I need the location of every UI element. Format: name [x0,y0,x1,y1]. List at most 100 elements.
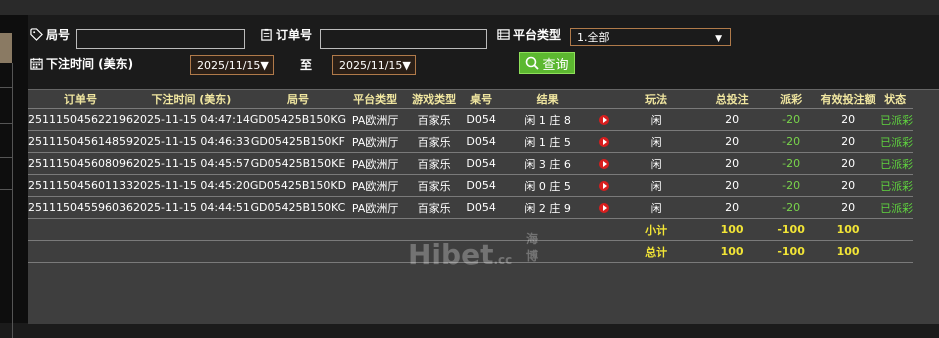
cell-platform: PA欧洲厅 [346,152,405,175]
cell-status: 已派彩 [877,174,914,197]
cell-order: 251115045608096 [28,152,133,175]
empty-cell [597,240,612,263]
date-from-value: 2025/11/15▼ [197,59,269,72]
platform-select[interactable]: 1.全部 ▼ [570,28,731,46]
cell-time: 2025-11-15 04:45:57 [132,152,250,175]
total-bet: 100 [701,240,764,263]
empty-cell [28,218,133,241]
cell-payout: -20 [763,152,820,175]
play-video-icon[interactable] [599,181,610,191]
cell-bet: 20 [701,196,764,219]
cell-game: 百家乐 [404,196,465,219]
total-payout: -100 [763,240,820,263]
play-video-icon[interactable] [599,137,610,147]
cell-order: 251115045596036 [28,196,133,219]
cell-bet: 20 [701,152,764,175]
column-header: 结果 [498,90,598,109]
cell-platform: PA欧洲厅 [346,108,405,131]
round-label: 局号 [46,28,71,42]
play-video-icon[interactable] [599,115,610,125]
table-row[interactable]: 251115045596036 2025-11-15 04:44:51 GD0542… [28,196,914,219]
play-video-cell [597,174,612,197]
empty-cell [346,218,405,241]
top-bar [0,0,939,16]
cell-round: GD05425B150KF [249,130,347,153]
cell-valid: 20 [819,196,878,219]
column-header: 局号 [249,90,347,109]
cell-time: 2025-11-15 04:47:14 [132,108,250,131]
bet-time-label: 下注时间 (美东) [46,57,134,71]
column-header: 总投注 [701,90,764,109]
column-header [597,90,612,109]
order-input[interactable] [320,29,487,49]
filter-panel: 局号 订单号 平台类型 1.全部 ▼ 下注时间 (美东) 2025/11/15▼… [28,15,939,89]
subtotal-payout: -100 [763,218,820,241]
play-video-cell [597,108,612,131]
rail-divider [12,63,13,338]
cell-result: 闲 1 庄 8 [498,108,598,131]
query-button[interactable]: 查询 [519,52,575,74]
cell-valid: 20 [819,174,878,197]
subtotal-label: 小计 [611,218,702,241]
subtotal-row: 小计 100 -100 100 [28,218,914,241]
order-filter-label: 订单号 [260,26,312,43]
empty-cell [464,240,499,263]
cell-table: D054 [464,174,499,197]
play-video-icon[interactable] [599,159,610,169]
platform-filter-label: 平台类型 [497,26,561,43]
table-row[interactable]: 251115045608096 2025-11-15 04:45:57 GD0542… [28,152,914,175]
empty-cell [404,240,465,263]
table-row[interactable]: 251115045601133 2025-11-15 04:45:20 GD0542… [28,174,914,197]
total-valid: 100 [819,240,878,263]
cell-play: 闲 [611,130,702,153]
cell-time: 2025-11-15 04:45:20 [132,174,250,197]
date-to-picker[interactable]: 2025/11/15▼ [332,55,416,75]
order-label: 订单号 [276,28,313,42]
empty-cell [249,218,347,241]
table-row[interactable]: 251115045622196 2025-11-15 04:47:14 GD0542… [28,108,914,131]
empty-cell [597,218,612,241]
cell-order: 251115045601133 [28,174,133,197]
cell-result: 闲 2 庄 9 [498,196,598,219]
empty-cell [132,218,250,241]
cell-round: GD05425B150KG [249,108,347,131]
date-to-label: 至 [300,58,313,72]
empty-cell [346,240,405,263]
date-to-value: 2025/11/15▼ [339,59,411,72]
cell-game: 百家乐 [404,152,465,175]
column-header: 平台类型 [346,90,405,109]
cell-play: 闲 [611,152,702,175]
column-header: 状态 [877,90,914,109]
column-header: 玩法 [611,90,702,109]
round-input[interactable] [76,29,245,49]
side-tab[interactable] [0,33,12,63]
cell-table: D054 [464,108,499,131]
subtotal-valid: 100 [819,218,878,241]
empty-cell [404,218,465,241]
play-video-cell [597,130,612,153]
table-row[interactable]: 251115045614859 2025-11-15 04:46:33 GD0542… [28,130,914,153]
rail-divider [0,123,12,124]
cell-table: D054 [464,152,499,175]
table-header-row: 订单号 下注时间 (美东) 局号 平台类型 游戏类型 桌号 结果 玩法 总投注 派彩 有效投注额 状态 [28,90,914,109]
round-filter-label: 局号 [30,26,70,43]
column-header: 订单号 [28,90,133,109]
play-video-icon[interactable] [599,203,610,213]
cell-payout: -20 [763,130,820,153]
cell-valid: 20 [819,130,878,153]
empty-cell [464,218,499,241]
cell-game: 百家乐 [404,174,465,197]
cell-bet: 20 [701,130,764,153]
cell-result: 闲 1 庄 5 [498,130,598,153]
cell-round: GD05425B150KC [249,196,347,219]
bet-record-table: 订单号 下注时间 (美东) 局号 平台类型 游戏类型 桌号 结果 玩法 总投注 派彩 有效投注额 状态… [28,90,914,263]
cell-status: 已派彩 [877,108,914,131]
rail-divider [0,189,12,190]
cell-result: 闲 0 庄 5 [498,174,598,197]
search-icon [526,56,540,70]
bet-time-filter-label: 下注时间 (美东) [30,55,133,72]
play-video-cell [597,152,612,175]
date-from-picker[interactable]: 2025/11/15▼ [190,55,274,75]
cell-status: 已派彩 [877,130,914,153]
cell-round: GD05425B150KD [249,174,347,197]
